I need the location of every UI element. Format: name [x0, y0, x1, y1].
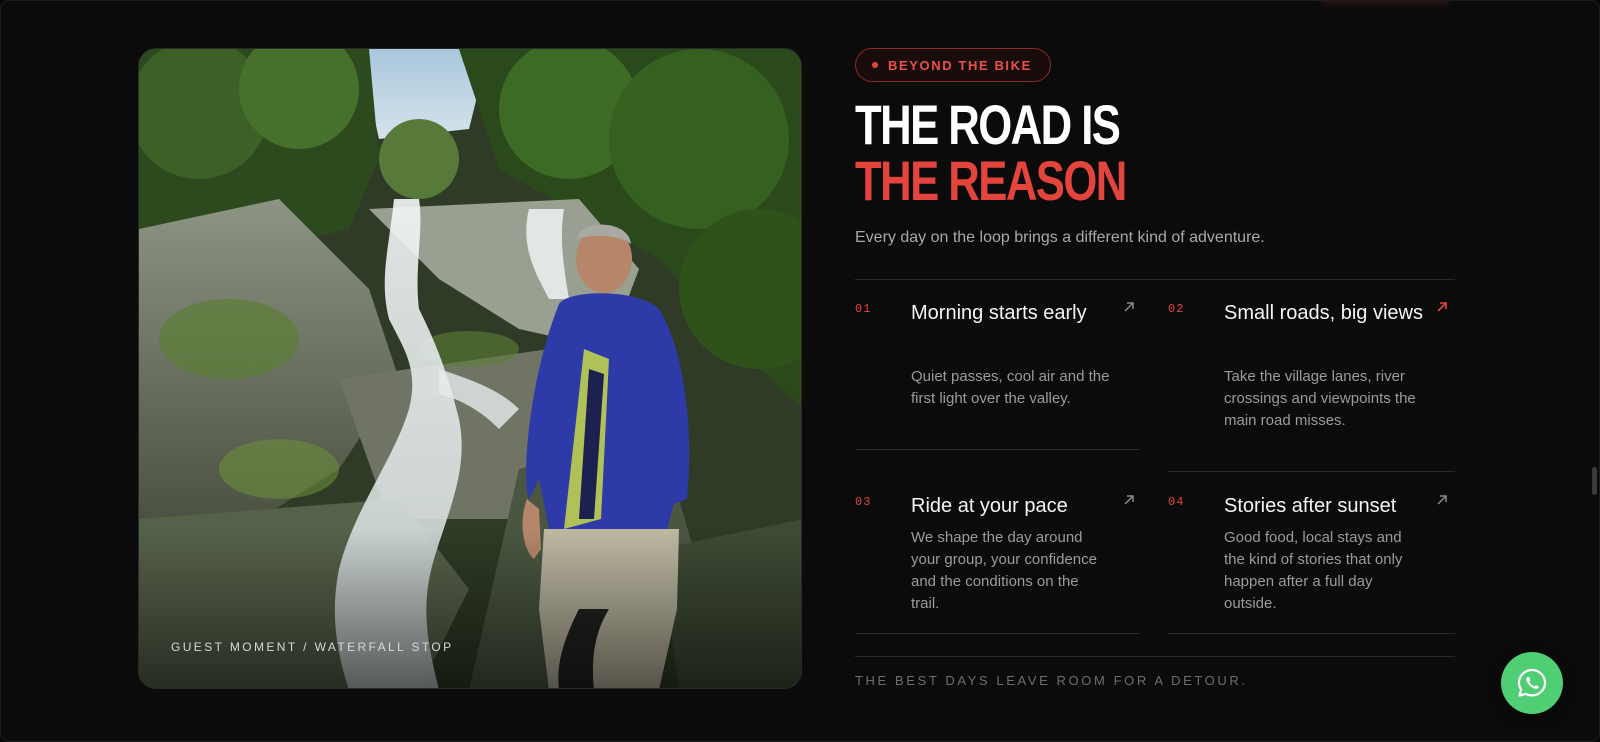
feature-description: Good food, local stays and the kind of s…: [1224, 529, 1403, 612]
eyebrow-label: BEYOND THE BIKE: [888, 57, 1032, 73]
feature-number: 01: [855, 302, 872, 316]
feature-title: Stories after sunset: [1224, 495, 1397, 517]
divider: [855, 279, 1455, 280]
content-column: BEYOND THE BIKE THE ROAD IS THE REASON E…: [855, 1, 1455, 741]
photo-caption: GUEST MOMENT / WATERFALL STOP: [171, 640, 454, 654]
feature-title: Ride at your pace: [911, 495, 1068, 517]
headline-line-1: THE ROAD IS: [855, 93, 1121, 156]
arrow-up-right-icon: [1437, 495, 1447, 505]
feature-description: Take the village lanes, river crossings …: [1224, 368, 1416, 429]
divider: [855, 656, 1455, 657]
whatsapp-icon: [1517, 668, 1547, 697]
divider: [1168, 633, 1455, 634]
feature-number: 04: [1168, 495, 1185, 509]
arrow-up-right-icon: [1124, 302, 1134, 312]
section-lead: Every day on the loop brings a different…: [855, 229, 1265, 246]
feature-number: 02: [1168, 302, 1185, 316]
footer-note: THE BEST DAYS LEAVE ROOM FOR A DETOUR.: [855, 673, 1248, 688]
waterfall-photo-illustration: [139, 49, 801, 688]
feature-card-2[interactable]: 02 Small roads, big views Take the villa…: [1168, 298, 1453, 470]
divider: [855, 633, 1140, 634]
headline-line-2: THE REASON: [855, 149, 1127, 212]
feature-card-3[interactable]: 03 Ride at your pace We shape the day ar…: [855, 491, 1140, 631]
feature-title: Small roads, big views: [1224, 302, 1423, 324]
guest-photo: GUEST MOMENT / WATERFALL STOP: [138, 48, 802, 689]
feature-description: Quiet passes, cool air and the first lig…: [911, 368, 1110, 407]
arrow-up-right-icon: [1124, 495, 1134, 505]
scrollbar-thumb[interactable]: [1592, 467, 1597, 495]
feature-description: We shape the day around your group, your…: [911, 529, 1097, 612]
divider: [1168, 471, 1455, 472]
section-headline: THE ROAD IS THE REASON: [855, 93, 1127, 212]
feature-card-1[interactable]: 01 Morning starts early Quiet passes, co…: [855, 298, 1140, 450]
arrow-up-right-icon: [1437, 302, 1447, 312]
feature-card-4[interactable]: 04 Stories after sunset Good food, local…: [1168, 491, 1453, 631]
whatsapp-chat-button[interactable]: [1501, 652, 1563, 714]
eyebrow-dot-icon: [872, 62, 878, 68]
feature-title: Morning starts early: [911, 302, 1087, 324]
divider: [855, 449, 1140, 450]
feature-number: 03: [855, 495, 872, 509]
section-eyebrow-badge: BEYOND THE BIKE: [855, 48, 1051, 82]
page-frame: GUEST MOMENT / WATERFALL STOP BEYOND THE…: [0, 0, 1600, 742]
